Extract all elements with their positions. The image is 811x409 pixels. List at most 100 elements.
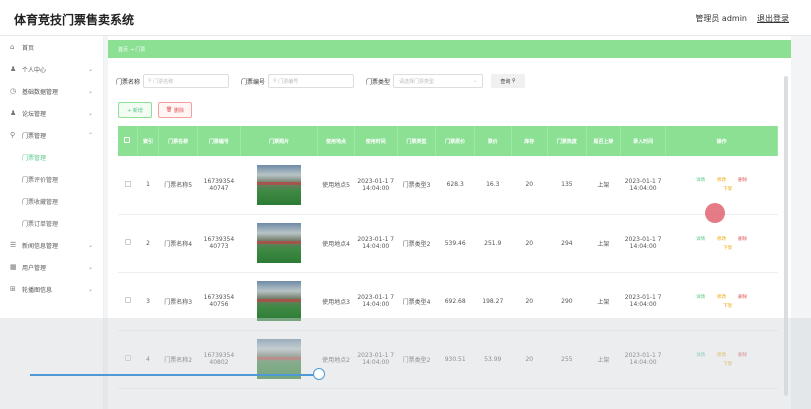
cell-name: 门票名称4 — [158, 214, 198, 273]
news-icon: ☰ — [10, 241, 17, 249]
code-input[interactable]: ⚲ 门票编号 — [268, 74, 355, 88]
app-title: 体育竞技门票售卖系统 — [14, 13, 135, 27]
type-placeholder: 请选择门票类型 — [399, 78, 435, 85]
remove-button[interactable]: 删除 — [738, 236, 747, 242]
cell-created: 2023-01-1 7 14:04:00 — [620, 214, 666, 273]
column-header: 门票热度 — [547, 126, 587, 156]
offsale-button[interactable]: 下架 — [666, 303, 778, 309]
select-all-checkbox[interactable] — [124, 137, 131, 143]
sidebar-item-label: 首页 — [22, 44, 35, 52]
sidebar-item-items2[interactable]: ◷ 基础数据管理 ⌄ — [0, 80, 103, 102]
translucent-overlay — [0, 318, 811, 409]
sidebar-subitem[interactable]: 门票订单管理 — [0, 212, 103, 234]
cell-orig: 539.46 — [435, 214, 475, 273]
slider-knob[interactable] — [313, 368, 325, 380]
sidebar-item-more1[interactable]: ▦ 用户管理 ⌄ — [0, 256, 103, 278]
column-header: 操作 — [665, 126, 778, 156]
offsale-button[interactable]: 下架 — [666, 245, 778, 251]
cell-index: 2 — [137, 214, 159, 273]
search-icon: ⚲ — [512, 78, 516, 84]
user-icon: ♟ — [10, 65, 17, 73]
ticket-photo-cell — [240, 156, 318, 215]
column-header: 门票原价 — [435, 126, 476, 156]
sidebar-item-label: 基础数据管理 — [22, 88, 59, 96]
type-select[interactable]: 请选择门票类型 ⌄ — [393, 74, 484, 88]
cell-heat: 135 — [547, 156, 587, 215]
ticket-photo-cell — [240, 214, 318, 273]
select-all-header[interactable] — [118, 126, 138, 156]
type-label: 门票类型 — [366, 78, 391, 86]
clock-icon: ◷ — [10, 87, 17, 95]
ticket-photo[interactable] — [257, 281, 302, 321]
edit-button[interactable]: 修改 — [717, 177, 726, 183]
chevron-icon: ⌄ — [87, 285, 93, 293]
row-checkbox[interactable] — [124, 180, 131, 187]
action-bar: + 新增 🗑 删除 — [118, 102, 192, 118]
row-checkbox[interactable] — [124, 239, 131, 245]
detail-button[interactable]: 详情 — [696, 236, 705, 242]
search-label: 查询 — [500, 78, 511, 85]
sidebar-item-label: 个人中心 — [22, 66, 47, 74]
remove-button[interactable]: 删除 — [738, 177, 747, 183]
breadcrumb: 首页 → 门票 — [108, 40, 791, 58]
cell-orig: 628.3 — [435, 156, 475, 215]
cell-name: 门票名称5 — [158, 156, 198, 215]
row-checkbox-cell[interactable] — [118, 156, 138, 215]
sidebar-subitem[interactable]: 门票管理 — [0, 146, 103, 168]
column-header: 门票照片 — [240, 126, 319, 156]
cell-stock: 20 — [511, 214, 548, 273]
cell-place: 使用地点5 — [317, 156, 355, 215]
logout-link[interactable]: 退出登录 — [757, 13, 789, 24]
sidebar-item-more0[interactable]: ☰ 新闻信息管理 ⌄ — [0, 234, 103, 256]
row-checkbox[interactable] — [124, 297, 131, 303]
cell-code: 16739354 40773 — [197, 214, 241, 273]
sidebar-subitem[interactable]: 门票收藏管理 — [0, 190, 103, 212]
cell-index: 1 — [137, 156, 159, 215]
cell-type: 门票类型3 — [397, 156, 436, 215]
ticket-icon: ⚲ — [10, 131, 16, 139]
add-button[interactable]: + 新增 — [118, 102, 152, 118]
column-header: 使用地点 — [317, 126, 355, 156]
name-input[interactable]: ⚲ 门票名称 — [143, 74, 230, 88]
table-header-row: 索引 门票名称 门票编号 门票照片 使用地点 使用时间 门票类型 门票原价 票价 库存 门票热度 是否… — [118, 126, 778, 156]
column-header: 门票编号 — [197, 126, 241, 156]
column-header: 录入时间 — [620, 126, 667, 156]
edit-button[interactable]: 修改 — [717, 294, 726, 300]
search-button[interactable]: 查询 ⚲ — [491, 74, 526, 88]
sidebar-subitem[interactable]: 门票评价管理 — [0, 168, 103, 190]
top-right: 管理员 admin 退出登录 — [695, 13, 789, 24]
row-checkbox-cell[interactable] — [118, 214, 138, 273]
cell-time: 2023-01-1 7 14:04:00 — [354, 214, 398, 273]
home-icon: ⌂ — [10, 43, 15, 51]
ticket-photo[interactable] — [257, 223, 302, 263]
cell-onsale: 上架 — [586, 214, 621, 273]
sidebar-item-items4[interactable]: ⚲ 门票管理 ⌃ — [0, 124, 103, 146]
offsale-button[interactable]: 下架 — [666, 186, 778, 192]
column-header: 索引 — [137, 126, 160, 156]
chevron-down-icon: ⌄ — [472, 78, 478, 84]
remove-button[interactable]: 删除 — [738, 294, 747, 300]
forum-icon: ♟ — [10, 109, 17, 117]
slider-track[interactable] — [30, 374, 320, 376]
code-placeholder: 门票编号 — [278, 78, 299, 85]
cell-price: 251.9 — [474, 214, 512, 273]
cell-place: 使用地点4 — [317, 214, 355, 273]
delete-button[interactable]: 🗑 删除 — [158, 102, 192, 118]
code-label: 门票编号 — [241, 78, 266, 86]
column-header: 是否上架 — [586, 126, 622, 156]
cursor-indicator — [705, 203, 725, 223]
sidebar-item-more2[interactable]: ⊞ 轮播图信息 ⌄ — [0, 278, 103, 300]
sidebar-item-items3[interactable]: ♟ 论坛管理 ⌄ — [0, 102, 103, 124]
chevron-icon: ⌄ — [87, 65, 93, 73]
edit-button[interactable]: 修改 — [717, 236, 726, 242]
detail-button[interactable]: 详情 — [696, 177, 705, 183]
carousel-icon: ⊞ — [10, 285, 16, 293]
sidebar-item-items1[interactable]: ♟ 个人中心 ⌄ — [0, 58, 103, 80]
ticket-photo[interactable] — [257, 164, 302, 205]
sidebar-item-items0[interactable]: ⌂ 首页 — [0, 36, 103, 58]
column-header: 使用时间 — [354, 126, 398, 156]
trash-icon: 🗑 — [166, 107, 174, 113]
cell-heat: 294 — [547, 214, 587, 273]
detail-button[interactable]: 详情 — [696, 294, 705, 300]
chevron-icon: ⌄ — [87, 263, 93, 271]
